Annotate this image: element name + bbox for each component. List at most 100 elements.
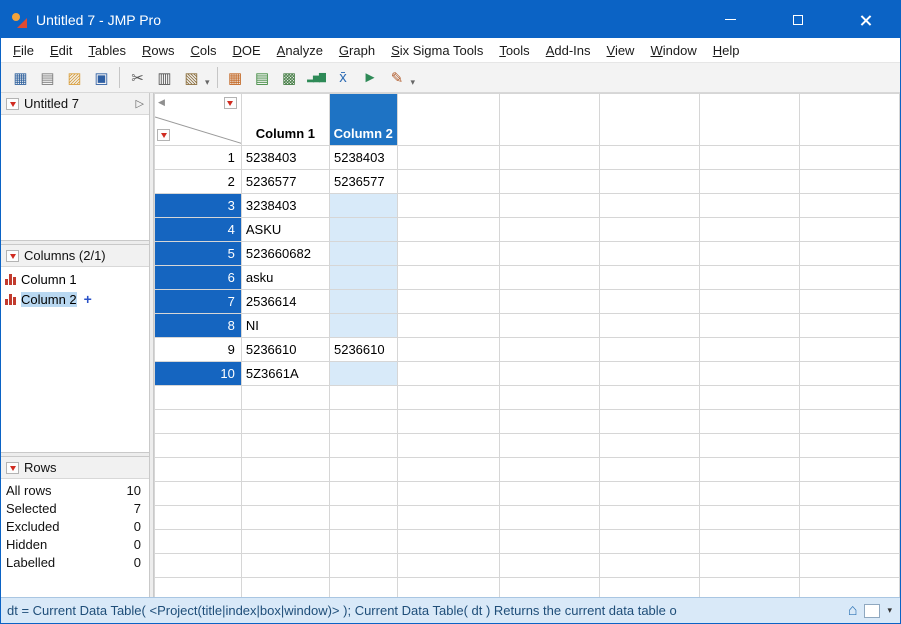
split-layout-icon[interactable]: ▩ [276, 66, 303, 90]
paste-icon[interactable]: ▧ [178, 66, 205, 90]
empty-cell [700, 530, 800, 554]
empty-cell [600, 578, 700, 598]
data-cell-column1[interactable]: ASKU [241, 218, 329, 242]
menu-item-add-ins[interactable]: Add-Ins [538, 41, 599, 60]
data-cell-column2[interactable] [329, 242, 397, 266]
stat-value: 0 [134, 519, 141, 534]
row-number-cell[interactable]: 4 [155, 218, 242, 242]
new-journal-icon[interactable]: ▤ [34, 66, 61, 90]
cut-icon[interactable]: ✂ [124, 66, 151, 90]
run-script-icon[interactable]: ► [357, 66, 384, 90]
empty-cell [700, 578, 800, 598]
data-cell-column2[interactable] [329, 218, 397, 242]
menu-item-help[interactable]: Help [705, 41, 748, 60]
minimize-button[interactable] [696, 1, 764, 38]
data-cell-column2[interactable]: 5238403 [329, 146, 397, 170]
data-cell-column1[interactable]: 5236577 [241, 170, 329, 194]
close-button[interactable] [832, 1, 900, 38]
table-row: 5523660682 [155, 242, 900, 266]
menu-item-cols[interactable]: Cols [182, 41, 224, 60]
open-icon[interactable]: ▨ [61, 66, 88, 90]
data-cell-column1[interactable]: 523660682 [241, 242, 329, 266]
data-cell-column2[interactable] [329, 290, 397, 314]
data-cell-column2[interactable] [329, 266, 397, 290]
table-panel-header: Untitled 7 ▷ [1, 93, 149, 115]
maximize-button[interactable] [764, 1, 832, 38]
empty-cell [600, 218, 700, 242]
window-controls [696, 1, 900, 38]
row-number-cell[interactable]: 1 [155, 146, 242, 170]
data-cell-column2[interactable]: 5236610 [329, 338, 397, 362]
menu-item-doe[interactable]: DOE [224, 41, 268, 60]
empty-cell [500, 506, 600, 530]
add-column-icon[interactable]: + [84, 292, 92, 306]
collapse-panel-icon[interactable]: ◀ [158, 97, 165, 108]
copy-icon[interactable]: ▥ [151, 66, 178, 90]
status-bar: dt = Current Data Table( <Project(title|… [1, 597, 900, 623]
toolbar-overflow-icon[interactable]: ▾ [205, 77, 210, 88]
dropdown-caret-icon[interactable]: ▾ [887, 605, 892, 616]
data-cell-column1[interactable]: 5238403 [241, 146, 329, 170]
row-number-cell[interactable]: 6 [155, 266, 242, 290]
empty-cell [397, 314, 500, 338]
table-row: 33238403 [155, 194, 900, 218]
stat-value: 0 [134, 555, 141, 570]
title-bar[interactable]: Untitled 7 - JMP Pro [1, 1, 900, 38]
empty-cell [600, 146, 700, 170]
data-cell-column2[interactable] [329, 314, 397, 338]
column1-header[interactable]: Column 1 [241, 94, 329, 146]
journal-icon[interactable]: ▤ [249, 66, 276, 90]
column-list-item[interactable]: Column 1 [1, 269, 149, 289]
data-cell-column1[interactable]: 2536614 [241, 290, 329, 314]
control-chart-icon[interactable]: x̄ [330, 66, 357, 90]
data-cell-column1[interactable]: 5Z3661A [241, 362, 329, 386]
toolbar-overflow-icon[interactable]: ▾ [411, 77, 416, 88]
data-cell-column2[interactable]: 5236577 [329, 170, 397, 194]
columns-menu-icon[interactable] [6, 250, 19, 262]
rows-stats: All rows10Selected7Excluded0Hidden0Label… [1, 479, 149, 597]
home-icon[interactable]: ⌂ [848, 603, 858, 619]
row-number-cell[interactable]: 8 [155, 314, 242, 338]
menu-item-edit[interactable]: Edit [42, 41, 80, 60]
rows-menu-icon[interactable] [6, 462, 19, 474]
row-number-cell[interactable]: 10 [155, 362, 242, 386]
save-icon[interactable]: ▣ [88, 66, 115, 90]
new-data-table-icon[interactable]: ▦ [7, 66, 34, 90]
bar-graph-icon[interactable]: ▂▅▇ [303, 66, 330, 90]
empty-table-row [155, 458, 900, 482]
menu-item-rows[interactable]: Rows [134, 41, 183, 60]
row-number-cell[interactable]: 9 [155, 338, 242, 362]
data-cell-column1[interactable]: 3238403 [241, 194, 329, 218]
data-table-icon[interactable]: ▦ [222, 66, 249, 90]
column-list-item[interactable]: Column 2 + [1, 289, 149, 309]
script-editor-icon[interactable]: ✎ [384, 66, 411, 90]
row-number-cell[interactable]: 5 [155, 242, 242, 266]
menu-item-graph[interactable]: Graph [331, 41, 383, 60]
menu-item-analyze[interactable]: Analyze [269, 41, 331, 60]
table-menu-icon[interactable] [6, 98, 19, 110]
column2-header[interactable]: Column 2 [329, 94, 397, 146]
data-cell-column1[interactable]: 5236610 [241, 338, 329, 362]
expand-panel-icon[interactable]: ▷ [136, 97, 144, 110]
menu-item-view[interactable]: View [599, 41, 643, 60]
stat-label: Excluded [6, 519, 59, 534]
menu-item-six-sigma-tools[interactable]: Six Sigma Tools [383, 41, 491, 60]
columns-list: Column 1 Column 2 + [1, 267, 149, 452]
data-cell-column1[interactable]: asku [241, 266, 329, 290]
column-name: Column 2 [21, 292, 77, 307]
menu-item-tools[interactable]: Tools [491, 41, 537, 60]
status-dropdown-box[interactable] [864, 604, 880, 618]
row-number-cell[interactable]: 3 [155, 194, 242, 218]
data-cell-column2[interactable] [329, 194, 397, 218]
row-number-cell[interactable]: 7 [155, 290, 242, 314]
row-number-cell[interactable]: 2 [155, 170, 242, 194]
empty-cell [397, 578, 500, 598]
columns-dropdown-icon[interactable] [224, 97, 237, 109]
menu-item-window[interactable]: Window [642, 41, 704, 60]
rows-dropdown-icon[interactable] [157, 129, 170, 141]
data-cell-column2[interactable] [329, 362, 397, 386]
empty-cell [799, 434, 899, 458]
data-cell-column1[interactable]: NI [241, 314, 329, 338]
menu-item-tables[interactable]: Tables [80, 41, 134, 60]
menu-item-file[interactable]: File [5, 41, 42, 60]
